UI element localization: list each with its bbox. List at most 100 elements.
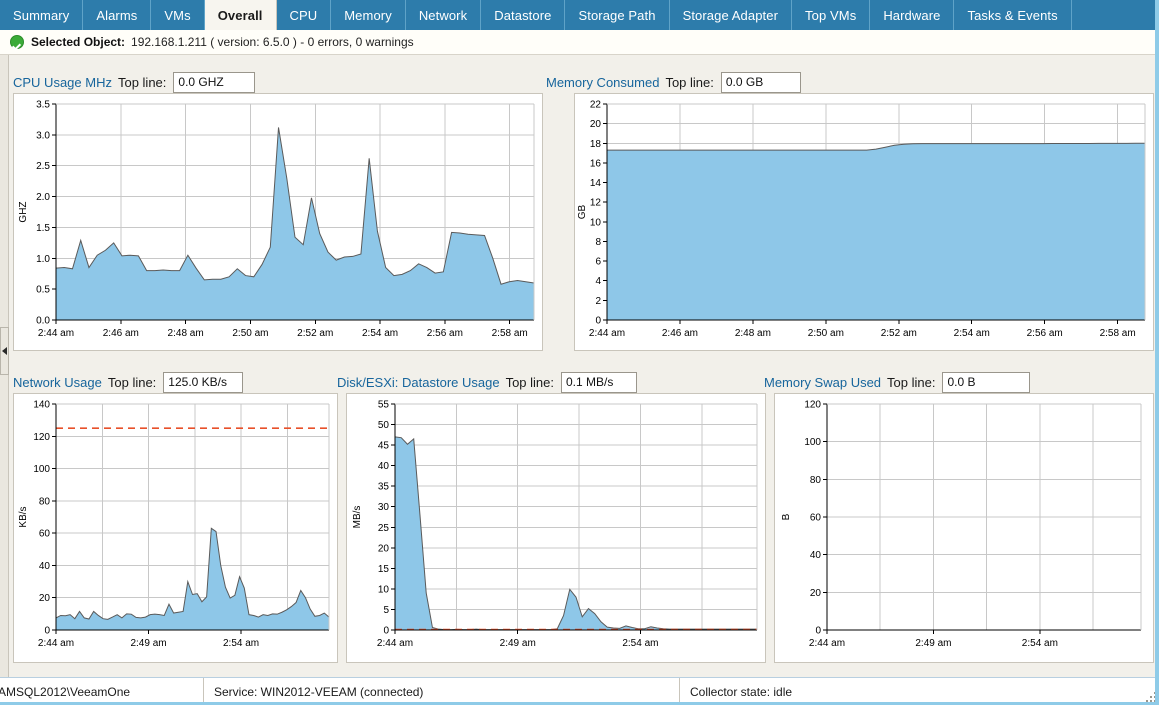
svg-text:5: 5 [383, 605, 389, 616]
svg-text:100: 100 [804, 437, 821, 448]
chevron-left-icon [2, 347, 7, 355]
svg-text:0: 0 [44, 626, 50, 637]
network-usage-chart-topline-input[interactable] [163, 371, 244, 393]
svg-text:20: 20 [39, 593, 51, 604]
memory-swap-used-chart-title-link[interactable]: Memory Swap Used [764, 375, 881, 390]
svg-text:50: 50 [378, 420, 390, 431]
tab-overall[interactable]: Overall [204, 0, 277, 30]
tab-storage-adapter[interactable]: Storage Adapter [670, 0, 793, 30]
tab-datastore[interactable]: Datastore [481, 0, 566, 30]
svg-text:2:54 am: 2:54 am [223, 638, 259, 649]
overall-charts-content: CPU Usage MHz Top line: 0.0 0.5 1.0 1.5 2.0 2.5… [9, 55, 1159, 677]
svg-text:2.0: 2.0 [36, 192, 50, 203]
svg-text:2:44 am: 2:44 am [589, 328, 625, 339]
svg-text:60: 60 [810, 513, 822, 524]
disk-datastore-usage-chart-plot: 0 5 10 15 20 25 30 35 40 45 50 55 2:44 am 2:49 am 2:54… [352, 400, 758, 649]
memory-swap-used-chart-ylabel: B [781, 513, 792, 520]
tab-network[interactable]: Network [406, 0, 482, 30]
cpu-usage-chart-header: CPU Usage MHz Top line: [13, 71, 256, 93]
network-usage-chart-title-link[interactable]: Network Usage [13, 375, 102, 390]
tab-cpu[interactable]: CPU [277, 0, 332, 30]
cpu-usage-chart-topline-input[interactable] [173, 71, 256, 93]
svg-text:2:44 am: 2:44 am [38, 638, 74, 649]
svg-text:2:52 am: 2:52 am [297, 328, 333, 339]
svg-text:8: 8 [595, 237, 601, 248]
memory-consumed-chart-topline-input[interactable] [720, 71, 801, 93]
svg-text:35: 35 [378, 482, 390, 493]
svg-text:2:56 am: 2:56 am [427, 328, 463, 339]
memory-consumed-chart-title-link[interactable]: Memory Consumed [546, 75, 659, 90]
cpu-usage-chart-area [56, 127, 534, 320]
svg-text:55: 55 [378, 400, 390, 411]
disk-datastore-usage-chart-header: Disk/ESXi: Datastore Usage Top line: [337, 371, 637, 393]
svg-text:16: 16 [590, 158, 602, 169]
network-usage-chart-panel[interactable]: 0 20 40 60 80 100 120 140 2:44 am 2:49 am 2:54 am K… [13, 393, 338, 663]
svg-text:3.5: 3.5 [36, 100, 50, 111]
svg-text:120: 120 [804, 400, 821, 411]
memory-consumed-chart-header: Memory Consumed Top line: [546, 71, 801, 93]
svg-text:20: 20 [590, 119, 602, 130]
memory-consumed-chart-panel[interactable]: 0 2 4 6 8 10 12 14 16 18 20 22 2:44 am 2:46 am 2:48 am… [574, 93, 1154, 351]
cpu-usage-chart-ylabel: GHZ [18, 201, 29, 222]
svg-text:10: 10 [590, 217, 602, 228]
memory-swap-used-chart-plot: 0 20 40 60 80 100 120 2:44 am 2:49 am 2:54 am B [781, 400, 1142, 649]
disk-datastore-usage-chart-topline-input[interactable] [561, 371, 637, 393]
svg-text:30: 30 [378, 502, 390, 513]
svg-text:0.0: 0.0 [36, 316, 50, 327]
left-panel-strip [0, 55, 9, 677]
tab-summary[interactable]: Summary [0, 0, 84, 30]
cpu-usage-chart-title-link[interactable]: CPU Usage MHz [13, 75, 112, 90]
svg-text:120: 120 [33, 432, 50, 443]
tab-memory[interactable]: Memory [331, 0, 406, 30]
svg-text:100: 100 [33, 464, 50, 475]
memory-consumed-chart-plot: 0 2 4 6 8 10 12 14 16 18 20 22 2:44 am 2:46 am 2:48 am… [577, 100, 1146, 339]
memory-swap-used-chart-panel[interactable]: 0 20 40 60 80 100 120 2:44 am 2:49 am 2:54 am B [774, 393, 1154, 663]
svg-text:2:58 am: 2:58 am [492, 328, 528, 339]
svg-text:2:50 am: 2:50 am [232, 328, 268, 339]
selected-object-bar: Selected Object: 192.168.1.211 ( version… [0, 30, 1159, 55]
svg-text:25: 25 [378, 523, 390, 534]
svg-text:60: 60 [39, 529, 51, 540]
tab-alarms[interactable]: Alarms [83, 0, 152, 30]
status-collector-state: Collector state: idle [680, 678, 1159, 705]
tab-storage-path[interactable]: Storage Path [565, 0, 670, 30]
svg-text:14: 14 [590, 178, 602, 189]
memory-swap-used-chart-topline-label: Top line: [887, 374, 936, 390]
network-usage-chart-topline-label: Top line: [107, 374, 157, 390]
svg-text:4: 4 [595, 276, 601, 287]
tab-hardware[interactable]: Hardware [870, 0, 955, 30]
status-ok-icon [10, 35, 24, 49]
svg-text:2:50 am: 2:50 am [808, 328, 844, 339]
svg-text:12: 12 [590, 198, 602, 209]
disk-datastore-usage-chart-panel[interactable]: 0 5 10 15 20 25 30 35 40 45 50 55 2:44 am 2:49 am 2:54… [346, 393, 766, 663]
cpu-usage-chart-panel[interactable]: 0.0 0.5 1.0 1.5 2.0 2.5 3.0 3.5 2:44 am 2:46 am 2:… [13, 93, 543, 351]
svg-text:0: 0 [383, 626, 389, 637]
svg-text:2:49 am: 2:49 am [500, 638, 536, 649]
disk-datastore-usage-chart-title-link[interactable]: Disk/ESXi: Datastore Usage [337, 375, 500, 390]
collapse-left-panel-button[interactable] [0, 327, 9, 375]
svg-text:2:54 am: 2:54 am [622, 638, 658, 649]
svg-text:2:58 am: 2:58 am [1100, 328, 1136, 339]
memory-consumed-chart-area [607, 143, 1145, 320]
main-tab-bar: Summary Alarms VMs Overall CPU Memory Network D… [0, 0, 1159, 30]
svg-text:40: 40 [378, 461, 390, 472]
tab-top-vms[interactable]: Top VMs [792, 0, 871, 30]
tab-vms[interactable]: VMs [151, 0, 205, 30]
svg-text:45: 45 [378, 441, 390, 452]
svg-text:140: 140 [33, 400, 50, 411]
tab-tasks-events[interactable]: Tasks & Events [954, 0, 1072, 30]
svg-text:2:49 am: 2:49 am [915, 638, 951, 649]
svg-text:1.5: 1.5 [36, 223, 50, 234]
svg-text:2: 2 [595, 296, 601, 307]
svg-text:2:54 am: 2:54 am [954, 328, 990, 339]
disk-datastore-usage-chart-ylabel: MB/s [352, 506, 363, 529]
cpu-usage-chart-plot: 0.0 0.5 1.0 1.5 2.0 2.5 3.0 3.5 2:44 am 2:46 am 2:… [18, 100, 535, 339]
svg-text:3.0: 3.0 [36, 130, 50, 141]
svg-text:80: 80 [39, 496, 51, 507]
svg-text:2:48 am: 2:48 am [168, 328, 204, 339]
svg-text:10: 10 [378, 584, 390, 595]
memory-swap-used-chart-topline-input[interactable] [942, 371, 1031, 393]
memory-consumed-chart-ylabel: GB [577, 204, 588, 219]
status-database: EAMSQL2012\VeeamOne [0, 678, 204, 705]
svg-text:15: 15 [378, 564, 390, 575]
